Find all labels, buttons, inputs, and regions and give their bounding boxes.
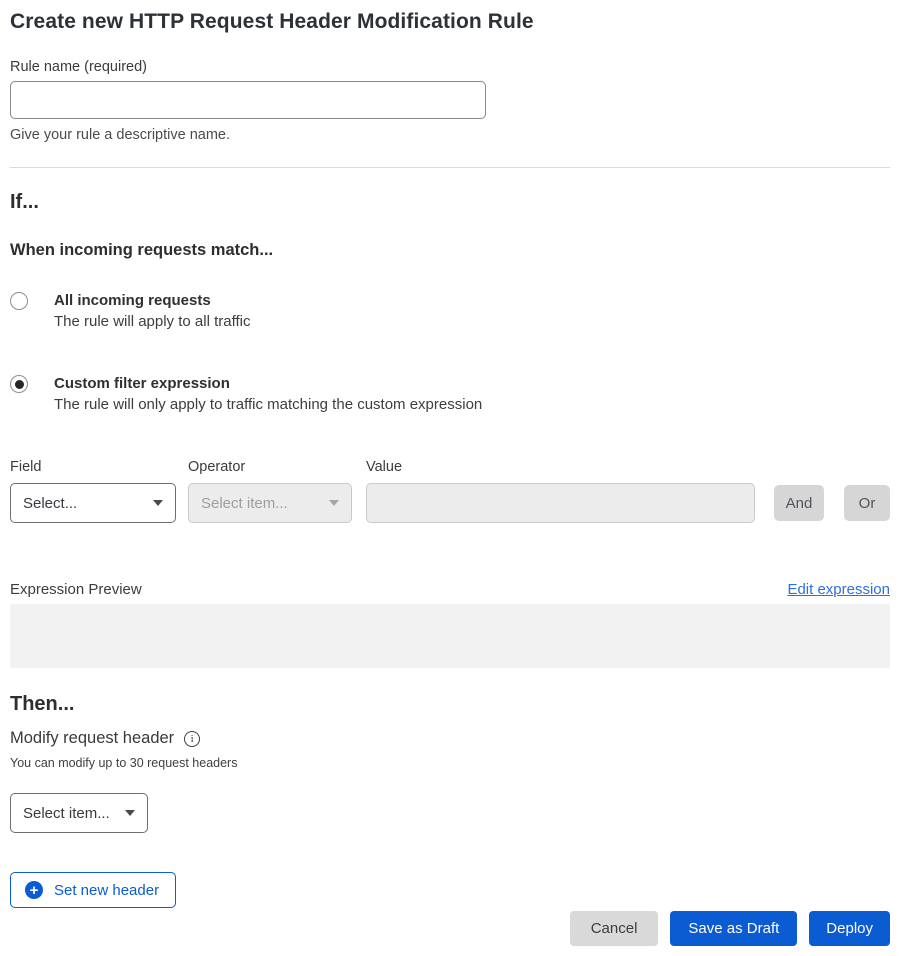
radio-button-selected[interactable] [10, 375, 28, 393]
radio-text: All incoming requests The rule will appl… [54, 290, 250, 332]
modify-header-helper: You can modify up to 30 request headers [10, 755, 890, 772]
operator-select-value: Select item... [201, 495, 288, 512]
edit-expression-link[interactable]: Edit expression [787, 581, 890, 598]
radio-dot [15, 297, 24, 306]
modify-header-label: Modify request header [10, 727, 174, 750]
radio-description: The rule will apply to all traffic [54, 311, 250, 332]
field-select[interactable]: Select... [10, 483, 176, 523]
radio-label: Custom filter expression [54, 373, 482, 394]
then-heading: Then... [10, 690, 890, 718]
cancel-button[interactable]: Cancel [570, 911, 659, 946]
expression-preview-header: Expression Preview Edit expression [10, 579, 890, 600]
expression-builder-labels: Field Operator Value [10, 457, 890, 477]
value-label: Value [366, 457, 890, 477]
rule-name-helper: Give your rule a descriptive name. [10, 125, 890, 145]
radio-option-custom-filter[interactable]: Custom filter expression The rule will o… [10, 373, 890, 415]
deploy-button[interactable]: Deploy [809, 911, 890, 946]
chevron-down-icon [329, 500, 339, 506]
field-select-value: Select... [23, 495, 77, 512]
radio-dot [15, 380, 24, 389]
operator-select[interactable]: Select item... [188, 483, 352, 523]
radio-label: All incoming requests [54, 290, 250, 311]
expression-preview-label: Expression Preview [10, 579, 142, 600]
section-divider [10, 167, 890, 168]
info-icon[interactable]: i [184, 731, 200, 747]
expression-preview-box [10, 604, 890, 668]
rule-name-input[interactable] [10, 81, 486, 119]
set-new-header-button[interactable]: + Set new header [10, 872, 176, 908]
and-button[interactable]: And [774, 485, 824, 521]
operator-label: Operator [188, 457, 366, 477]
expression-builder-row: Select... Select item... And Or [10, 483, 890, 523]
modify-header-row: Modify request header i [10, 727, 890, 750]
radio-text: Custom filter expression The rule will o… [54, 373, 482, 415]
radio-description: The rule will only apply to traffic matc… [54, 394, 482, 415]
page-title: Create new HTTP Request Header Modificat… [10, 8, 890, 36]
or-button[interactable]: Or [844, 485, 890, 521]
if-heading: If... [10, 188, 890, 216]
match-subheading: When incoming requests match... [10, 239, 890, 262]
header-item-select-value: Select item... [23, 805, 110, 822]
chevron-down-icon [153, 500, 163, 506]
field-label: Field [10, 457, 188, 477]
value-input[interactable] [366, 483, 755, 523]
radio-button-unselected[interactable] [10, 292, 28, 310]
header-item-select[interactable]: Select item... [10, 793, 148, 833]
create-rule-form: Create new HTTP Request Header Modificat… [0, 0, 899, 946]
set-new-header-label: Set new header [54, 882, 159, 899]
chevron-down-icon [125, 810, 135, 816]
footer-actions: Cancel Save as Draft Deploy [10, 911, 890, 946]
plus-circle-icon: + [25, 881, 43, 899]
rule-name-label: Rule name (required) [10, 57, 890, 77]
save-as-draft-button[interactable]: Save as Draft [670, 911, 797, 946]
radio-option-all-incoming[interactable]: All incoming requests The rule will appl… [10, 290, 890, 332]
